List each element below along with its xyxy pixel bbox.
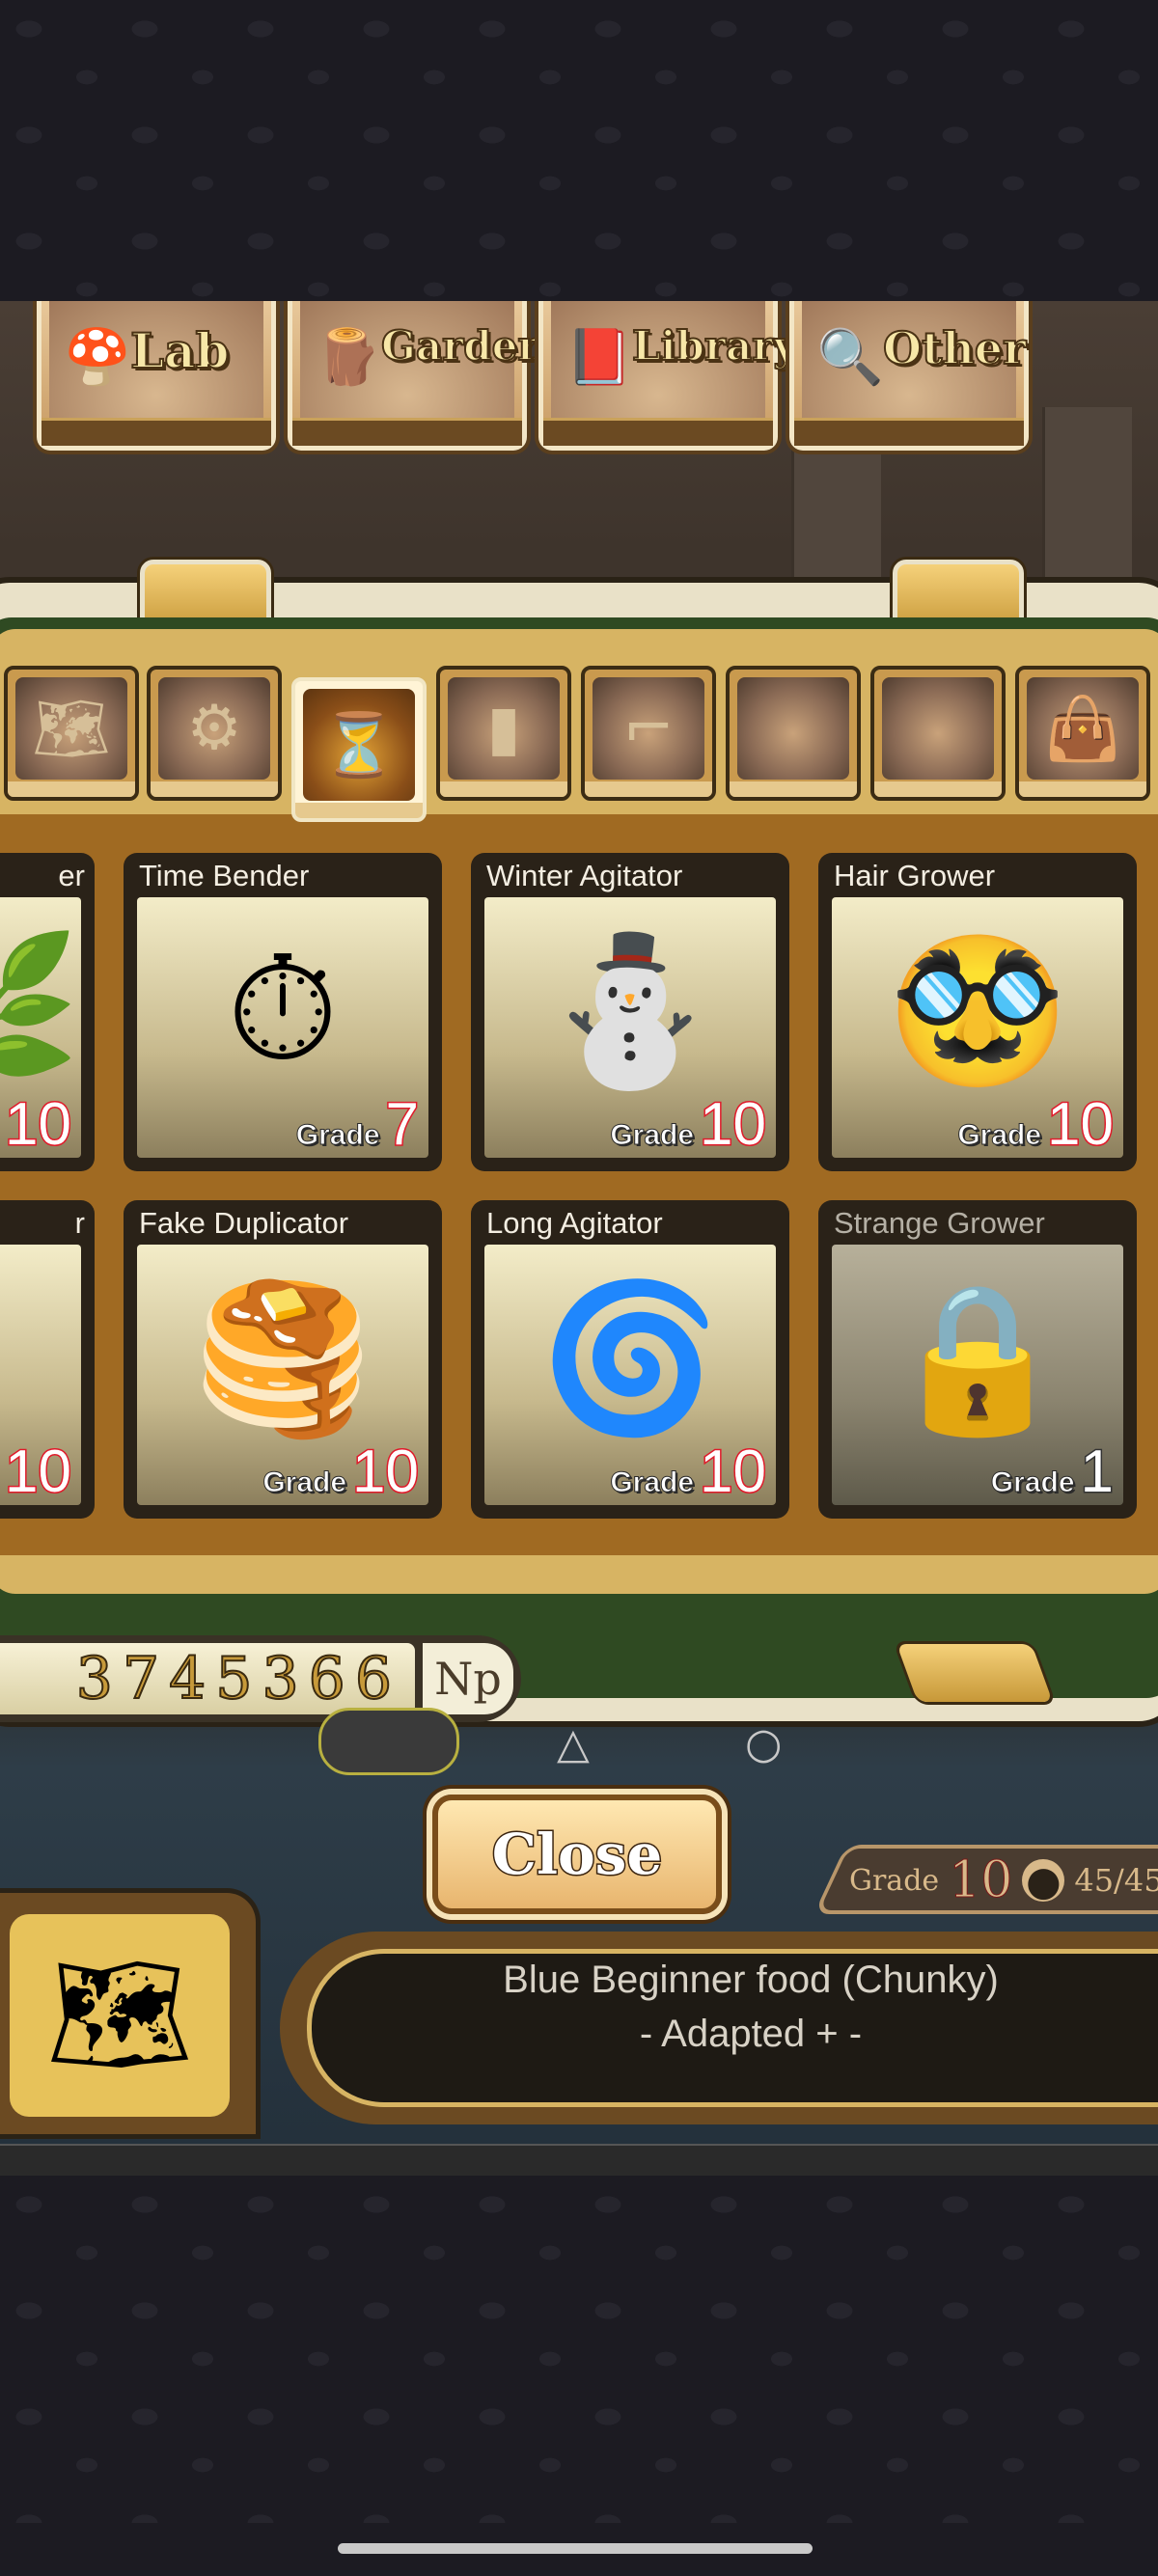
item-name: Time Bender — [139, 859, 310, 892]
subtab-dispenser[interactable]: ▮ — [436, 666, 571, 801]
mushroom-mask-icon: 🍄 — [64, 326, 131, 389]
subtab-empty[interactable] — [870, 666, 1006, 801]
grade-number: 10 — [699, 1091, 768, 1158]
subtab-empty[interactable] — [726, 666, 861, 801]
item-name: Hair Grower — [834, 859, 996, 892]
item-card[interactable]: Hair Grower 🥸 Grade 10 — [818, 853, 1137, 1171]
subtab-pipe[interactable]: ⌐ — [581, 666, 716, 801]
leaf-item-icon: 🌿 — [0, 903, 81, 1119]
grade-number: 10 — [1046, 1091, 1116, 1158]
background-pattern-bottom — [0, 2176, 1158, 2523]
category-label: Garden — [380, 321, 548, 370]
item-name: Long Agitator — [486, 1206, 663, 1240]
grade-indicator: Grade 7 — [295, 1091, 421, 1158]
magnifier-icon: 🔍 — [816, 326, 884, 389]
grade-indicator: de 10 — [0, 1091, 73, 1158]
sack-icon: 👜 — [1027, 677, 1139, 780]
item-card-locked[interactable]: Strange Grower 🔒 Grade 1 — [818, 1200, 1137, 1519]
mushroom-log-icon: 🪵 — [315, 326, 382, 389]
item-card[interactable]: Long Agitator 🌀 Grade 10 — [471, 1200, 789, 1519]
grade-indicator: Grade 10 — [610, 1439, 768, 1505]
grade-tag-count: 45/45 — [1074, 1862, 1158, 1899]
grade-indicator: Grade 10 — [610, 1091, 768, 1158]
grade-indicator: Grade 10 — [262, 1439, 421, 1505]
partial-item-icon — [0, 1250, 81, 1466]
home-indicator[interactable] — [338, 2543, 813, 2554]
category-label: Library — [631, 321, 798, 370]
scene-bottom-strip — [0, 2144, 1158, 2176]
empty-slot — [737, 677, 849, 780]
subtab-funnel-selected[interactable]: ⏳ — [291, 677, 427, 822]
subtab-map[interactable]: 🗺 — [4, 666, 139, 801]
item-name: r — [74, 1206, 85, 1240]
machine-icon: ⚙ — [158, 677, 270, 780]
close-button[interactable]: Close — [432, 1795, 722, 1914]
category-tab-garden[interactable]: 🪵 Garden — [288, 301, 548, 451]
lock-icon: 🔒 — [887, 1274, 1068, 1442]
triangle-icon[interactable]: △ — [557, 1719, 590, 1768]
grade-indicator: Grade 1 — [990, 1439, 1116, 1505]
map-food-icon[interactable]: 🗺 — [10, 1914, 230, 2117]
page-next-tab[interactable] — [896, 1644, 1053, 1702]
funnel-icon: ⏳ — [303, 689, 415, 801]
money-display: 3745366 — [0, 1643, 415, 1714]
grade-number: 7 — [384, 1091, 421, 1158]
info-title: Blue Beginner food (Chunky) — [503, 1959, 999, 2001]
item-card[interactable]: er 🌿 de 10 — [0, 853, 95, 1171]
grade-tag: Grade 10 ● 45/45 — [849, 1849, 1158, 1912]
money-unit: Np — [423, 1643, 513, 1714]
empty-slot — [882, 677, 994, 780]
item-name: Winter Agitator — [486, 859, 683, 892]
red-book-icon: 📕 — [565, 326, 633, 389]
grade-number: 1 — [1079, 1439, 1116, 1505]
category-label: Other — [882, 321, 1027, 375]
dispenser-icon: ▮ — [448, 677, 560, 780]
item-card[interactable]: Winter Agitator ⛄ Grade 10 — [471, 853, 789, 1171]
wood-panel — [1042, 407, 1132, 600]
item-name: Fake Duplicator — [139, 1206, 349, 1240]
grade-number: 10 — [699, 1439, 768, 1505]
item-card[interactable]: Fake Duplicator 🥞 Grade 10 — [124, 1200, 442, 1519]
grade-indicator: de 10 — [0, 1439, 73, 1505]
pancake-icon: 🥞 — [192, 1274, 373, 1442]
item-card[interactable]: r de 10 — [0, 1200, 95, 1519]
grade-number: 10 — [4, 1091, 73, 1158]
category-tab-library[interactable]: 📕 Library — [538, 301, 798, 451]
map-icon: 🗺 — [15, 677, 127, 780]
category-label: Lab — [129, 321, 231, 380]
grade-indicator: Grade 10 — [957, 1091, 1116, 1158]
camera-button[interactable] — [318, 1708, 459, 1775]
circle-icon[interactable]: ○ — [745, 1719, 782, 1768]
game-scene: 🍄 Lab 🪵 Garden 📕 Library 🔍 Other 🗺 ⚙ ⏳ ▮… — [0, 301, 1158, 2176]
item-name: Strange Grower — [834, 1206, 1045, 1240]
time-bender-icon: ⏱ — [226, 925, 340, 1094]
category-tab-other[interactable]: 🔍 Other — [789, 301, 1029, 451]
close-label: Close — [490, 1821, 663, 1889]
grade-number: 10 — [4, 1439, 73, 1505]
subtab-machine[interactable]: ⚙ — [147, 666, 282, 801]
pipe-icon: ⌐ — [593, 677, 704, 780]
grade-tag-value: 10 — [949, 1851, 1013, 1910]
grade-number: 10 — [351, 1439, 421, 1505]
item-card[interactable]: Time Bender ⏱ Grade 7 — [124, 853, 442, 1171]
money-value: 3745366 — [75, 1644, 401, 1713]
category-tab-lab[interactable]: 🍄 Lab — [37, 301, 276, 451]
mushroom-silhouette-icon: ● — [1022, 1857, 1065, 1905]
background-pattern-top — [0, 0, 1158, 301]
item-name: er — [58, 859, 85, 892]
subtab-sack[interactable]: 👜 — [1015, 666, 1150, 801]
snow-globe-icon: ⛄ — [539, 927, 721, 1095]
coil-icon: 🌀 — [539, 1274, 721, 1442]
mustache-icon: 🥸 — [887, 927, 1068, 1095]
info-subtitle: - Adapted + - — [639, 2013, 863, 2055]
